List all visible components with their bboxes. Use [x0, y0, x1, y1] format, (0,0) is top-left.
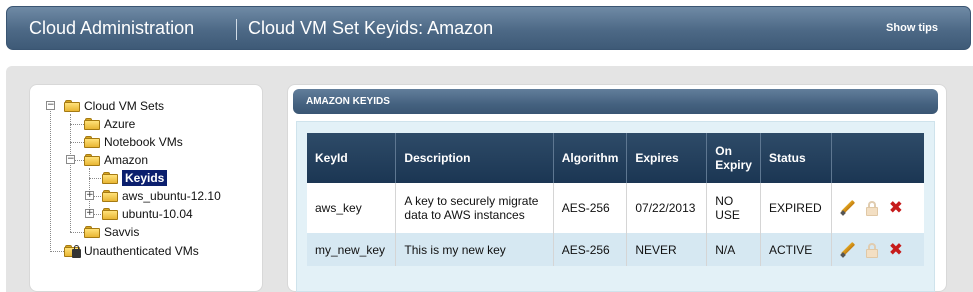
tree-connector	[70, 114, 71, 232]
folder-icon	[84, 226, 100, 238]
tree-node-label: Savvis	[104, 225, 140, 239]
collapse-toggle[interactable]: −	[46, 101, 55, 110]
expand-toggle[interactable]: +	[85, 209, 94, 218]
tree-node-azure[interactable]: Azure	[84, 115, 135, 133]
tree-connector	[50, 106, 51, 252]
tree-connector	[70, 232, 84, 233]
folder-open-icon	[64, 100, 80, 112]
delete-icon[interactable]: ✖	[888, 200, 904, 217]
tree-node-aws-ubuntu[interactable]: aws_ubuntu-12.10	[102, 187, 221, 205]
column-header-algorithm[interactable]: Algorithm	[553, 133, 628, 183]
unlock-icon[interactable]	[865, 242, 879, 258]
tree-node-label: Unauthenticated VMs	[84, 244, 199, 258]
app-header: Cloud Administration Cloud VM Set Keyids…	[6, 6, 971, 50]
cell-actions: ✖	[831, 183, 924, 233]
tree-node-label: Notebook VMs	[104, 135, 183, 149]
column-header-status[interactable]: Status	[760, 133, 832, 183]
tree-node-label: aws_ubuntu-12.10	[122, 189, 221, 203]
tree-node-cloud-vm-sets[interactable]: Cloud VM Sets	[64, 97, 164, 115]
folder-icon	[84, 136, 100, 148]
table-header-row: KeyId Description Algorithm Expires On E…	[307, 133, 924, 183]
table-row[interactable]: my_new_key This is my new key AES-256 NE…	[307, 233, 924, 266]
tree-node-label: Keyids	[122, 170, 168, 186]
tree-node-savvis[interactable]: Savvis	[84, 223, 139, 241]
tree-node-unauthenticated-vms[interactable]: Unauthenticated VMs	[64, 242, 199, 260]
tree-connector	[70, 124, 84, 125]
tree-node-label: ubuntu-10.04	[122, 207, 193, 221]
cell-status: ACTIVE	[760, 233, 832, 266]
cell-keyid: my_new_key	[307, 233, 397, 266]
cell-status: EXPIRED	[760, 183, 832, 233]
cell-keyid: aws_key	[307, 183, 397, 233]
title-divider	[236, 19, 237, 40]
cell-on-expiry: N/A	[706, 233, 761, 266]
panel-header: AMAZON KEYIDS	[293, 89, 938, 114]
column-header-description[interactable]: Description	[395, 133, 554, 183]
cell-algorithm: AES-256	[553, 233, 628, 266]
tree-connector	[70, 142, 84, 143]
tree-node-label: Cloud VM Sets	[84, 99, 165, 113]
folder-icon	[102, 190, 118, 202]
show-tips-link[interactable]: Show tips	[886, 22, 938, 34]
unlock-icon[interactable]	[865, 200, 879, 216]
tree-connector	[89, 178, 101, 179]
tree-node-ubuntu[interactable]: ubuntu-10.04	[102, 205, 193, 223]
locked-folder-icon	[64, 245, 81, 258]
tree-node-amazon[interactable]: Amazon	[84, 151, 148, 169]
tree-node-label: Azure	[104, 117, 136, 131]
column-header-expires[interactable]: Expires	[626, 133, 708, 183]
cell-actions: ✖	[831, 233, 924, 266]
delete-icon[interactable]: ✖	[888, 241, 904, 258]
column-header-on-expiry[interactable]: On Expiry	[706, 133, 761, 183]
column-header-keyid[interactable]: KeyId	[307, 133, 397, 183]
cell-expires: NEVER	[626, 233, 708, 266]
collapse-toggle[interactable]: −	[66, 155, 75, 164]
cell-on-expiry: NO USE	[706, 183, 761, 233]
tree-node-keyids[interactable]: Keyids	[102, 169, 168, 187]
expand-toggle[interactable]: +	[85, 191, 94, 200]
folder-open-icon	[102, 172, 118, 184]
cell-description: This is my new key	[395, 233, 554, 266]
page-title: Cloud VM Set Keyids: Amazon	[248, 18, 494, 38]
folder-icon	[102, 208, 118, 220]
pencil-icon[interactable]	[840, 200, 856, 216]
tree-node-notebook-vms[interactable]: Notebook VMs	[84, 133, 183, 151]
column-header-actions	[831, 133, 924, 183]
cell-algorithm: AES-256	[553, 183, 628, 233]
tree-node-label: Amazon	[104, 153, 149, 167]
folder-open-icon	[84, 154, 100, 166]
folder-icon	[84, 118, 100, 130]
panel-title: AMAZON KEYIDS	[306, 96, 390, 107]
keyids-table: KeyId Description Algorithm Expires On E…	[307, 133, 924, 266]
cell-description: A key to securely migrate data to AWS in…	[395, 183, 554, 233]
table-row[interactable]: aws_key A key to securely migrate data t…	[307, 183, 924, 233]
tree-connector	[50, 251, 64, 252]
pencil-icon[interactable]	[840, 242, 856, 258]
cell-expires: 07/22/2013	[626, 183, 708, 233]
app-title: Cloud Administration	[29, 18, 195, 38]
